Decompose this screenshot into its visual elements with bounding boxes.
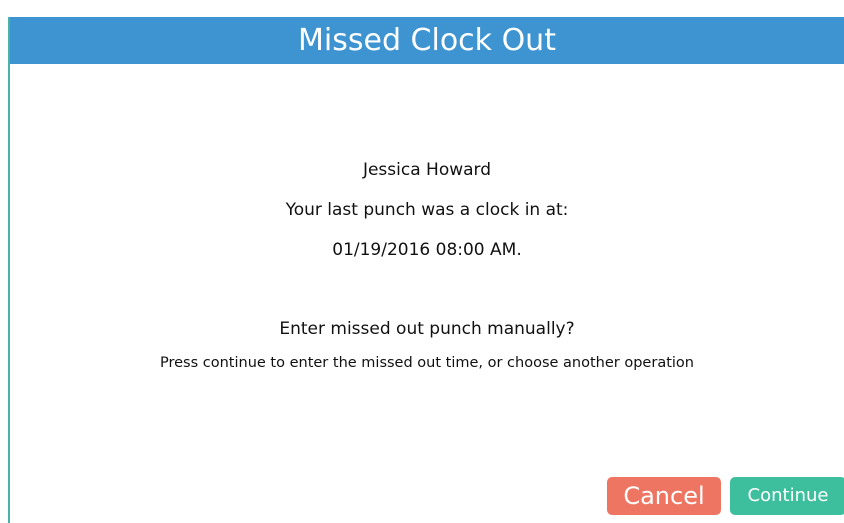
missed-clock-out-dialog: Missed Clock Out Jessica Howard Your las… (8, 17, 844, 523)
employee-name: Jessica Howard (362, 160, 492, 180)
continue-button[interactable]: Continue (730, 477, 844, 515)
last-punch-time: 01/19/2016 08:00 AM. (332, 240, 522, 260)
cancel-button[interactable]: Cancel (607, 477, 721, 515)
missed-punch-question: Enter missed out punch manually? (279, 319, 575, 339)
dialog-title: Missed Clock Out (10, 17, 844, 64)
instruction-text: Press continue to enter the missed out t… (160, 355, 694, 371)
last-punch-label: Your last punch was a clock in at: (285, 200, 569, 220)
